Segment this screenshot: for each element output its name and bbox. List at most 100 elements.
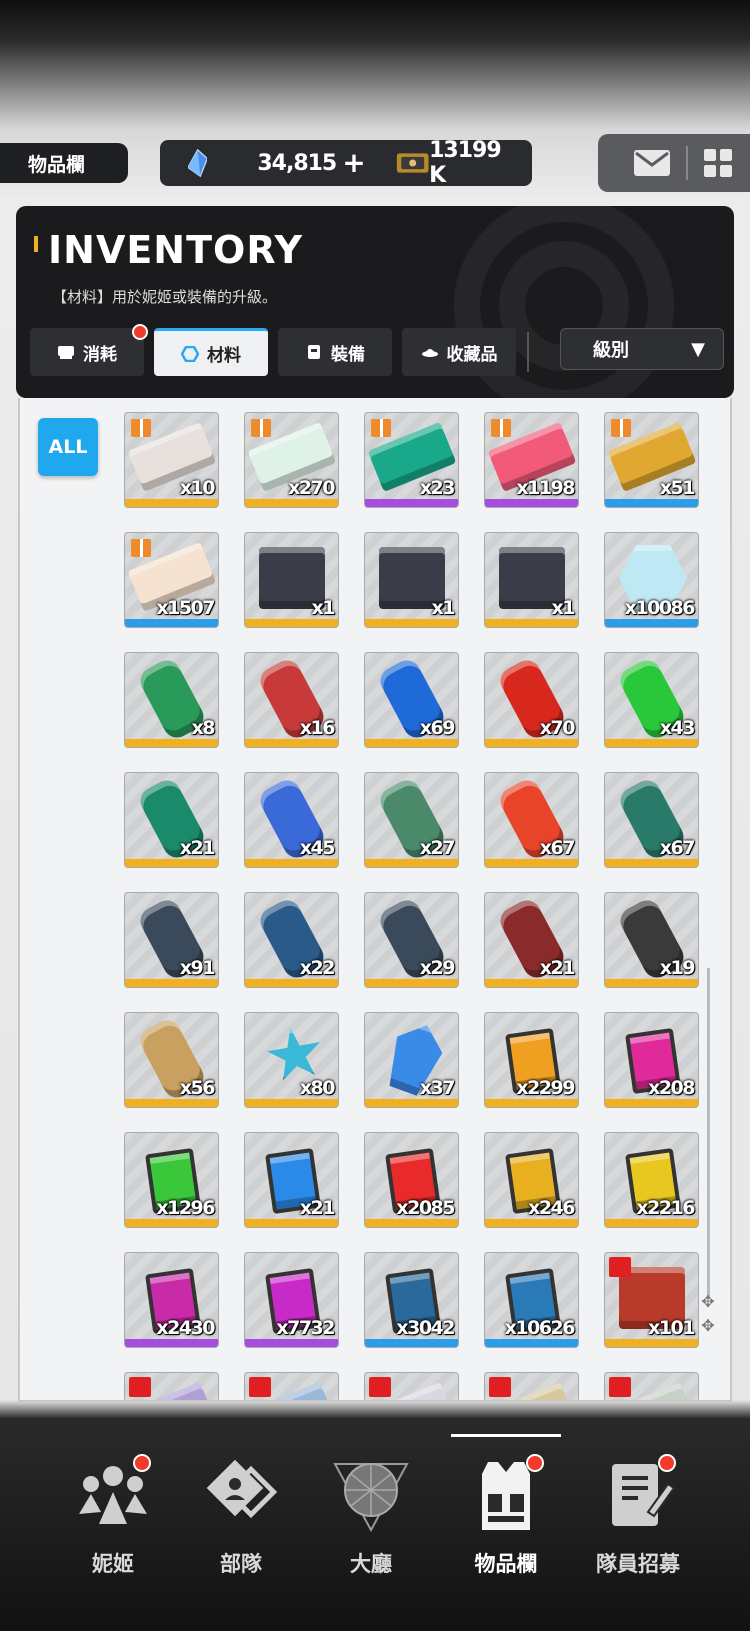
move-icon[interactable]: ✥ xyxy=(700,1318,716,1334)
inventory-item[interactable]: x67 xyxy=(484,772,579,868)
inventory-item[interactable]: x51 xyxy=(604,412,699,508)
scrollbar[interactable] xyxy=(707,968,710,1298)
inventory-item[interactable]: x2430 xyxy=(124,1252,219,1348)
rarity-bar xyxy=(125,1219,218,1227)
add-gem-button[interactable]: + xyxy=(342,149,365,177)
inventory-item[interactable]: x43 xyxy=(604,652,699,748)
item-count: x56 xyxy=(179,1077,216,1099)
inventory-item[interactable]: x2085 xyxy=(364,1132,459,1228)
item-count: x10626 xyxy=(504,1317,576,1339)
box-icon xyxy=(609,1377,631,1397)
rarity-bar xyxy=(605,859,698,867)
box-icon xyxy=(489,1377,511,1397)
inventory-item[interactable]: x2299 xyxy=(484,1012,579,1108)
grid-menu-icon[interactable] xyxy=(704,149,732,177)
nav-item-0[interactable]: 妮姬 xyxy=(48,1454,178,1604)
item-count: x21 xyxy=(179,837,216,859)
item-count: x21 xyxy=(299,1197,336,1219)
tab-3[interactable]: 收藏品 xyxy=(402,328,516,376)
recruit-icon xyxy=(598,1454,678,1534)
nav-item-2[interactable]: 大廳 xyxy=(306,1454,436,1604)
inventory-item[interactable]: x70 xyxy=(484,652,579,748)
inventory-item[interactable]: x3042 xyxy=(364,1252,459,1348)
mail-icon[interactable] xyxy=(634,150,670,176)
item-count: x70 xyxy=(539,717,576,739)
inventory-item[interactable]: x67 xyxy=(604,772,699,868)
nav-label: 大廳 xyxy=(350,1552,392,1576)
inventory-item[interactable] xyxy=(244,1372,339,1400)
inventory-item[interactable]: x56 xyxy=(124,1012,219,1108)
filter-all-button[interactable]: ALL xyxy=(38,418,98,476)
gem-value: 34,815 xyxy=(257,150,337,176)
tab-2[interactable]: 裝備 xyxy=(278,328,392,376)
inventory-item[interactable]: x91 xyxy=(124,892,219,988)
rarity-bar xyxy=(125,619,218,627)
gift-icon xyxy=(251,419,271,437)
inventory-item[interactable]: x1198 xyxy=(484,412,579,508)
inventory-item[interactable]: x1296 xyxy=(124,1132,219,1228)
nav-item-1[interactable]: 部隊 xyxy=(176,1454,306,1604)
item-count: x208 xyxy=(648,1077,695,1099)
sort-dropdown[interactable]: 級別 ▼ xyxy=(560,328,724,370)
item-count: x51 xyxy=(659,477,696,499)
tab-label: 消耗 xyxy=(83,344,117,365)
inventory-item[interactable] xyxy=(484,1372,579,1400)
page-title: INVENTORY xyxy=(48,228,304,272)
inventory-item[interactable]: x10 xyxy=(124,412,219,508)
inventory-item[interactable]: x10626 xyxy=(484,1252,579,1348)
inventory-item[interactable]: x246 xyxy=(484,1132,579,1228)
item-count: x10086 xyxy=(624,597,696,619)
inventory-item[interactable]: x1507 xyxy=(124,532,219,628)
inventory-item[interactable] xyxy=(604,1372,699,1400)
item-count: x29 xyxy=(419,957,456,979)
inventory-header: INVENTORY 【材料】用於妮姬或裝備的升級。 消耗 材料 裝備 收藏品 級別 ▼ xyxy=(16,206,734,398)
rarity-bar xyxy=(125,499,218,507)
rarity-bar xyxy=(245,1099,338,1107)
title-accent xyxy=(34,236,38,252)
inventory-item[interactable]: x8 xyxy=(124,652,219,748)
sort-label: 級別 xyxy=(593,340,629,361)
inventory-item[interactable]: x45 xyxy=(244,772,339,868)
inventory-item[interactable] xyxy=(364,1372,459,1400)
rarity-bar xyxy=(485,1099,578,1107)
inventory-item[interactable]: x7732 xyxy=(244,1252,339,1348)
tab-label: 材料 xyxy=(207,346,241,366)
tab-label: 裝備 xyxy=(331,344,365,365)
inventory-item[interactable]: x10086 xyxy=(604,532,699,628)
inventory-item[interactable]: x2216 xyxy=(604,1132,699,1228)
item-count: x21 xyxy=(539,957,576,979)
inventory-item[interactable]: x19 xyxy=(604,892,699,988)
inventory-item[interactable]: x37 xyxy=(364,1012,459,1108)
inventory-item[interactable]: x80 xyxy=(244,1012,339,1108)
box-icon xyxy=(369,1377,391,1397)
inventory-item[interactable]: x21 xyxy=(484,892,579,988)
rarity-bar xyxy=(365,739,458,747)
box-icon xyxy=(129,1377,151,1397)
nav-item-4[interactable]: 隊員招募 xyxy=(573,1454,703,1604)
inventory-item[interactable]: x21 xyxy=(124,772,219,868)
inventory-item[interactable] xyxy=(124,1372,219,1400)
move-icon[interactable]: ✥ xyxy=(700,1294,716,1310)
item-count: x16 xyxy=(299,717,336,739)
inventory-item[interactable]: x208 xyxy=(604,1012,699,1108)
inventory-item[interactable]: x1 xyxy=(484,532,579,628)
inventory-item[interactable]: x27 xyxy=(364,772,459,868)
bottom-navigation: 妮姬 部隊 大廳 物品欄 隊員招募 xyxy=(0,1418,750,1631)
rarity-bar xyxy=(485,619,578,627)
inventory-item[interactable]: x1 xyxy=(244,532,339,628)
item-count: x2085 xyxy=(396,1197,455,1219)
nav-item-3[interactable]: 物品欄 xyxy=(441,1434,571,1604)
inventory-item[interactable]: x270 xyxy=(244,412,339,508)
inventory-item[interactable]: x16 xyxy=(244,652,339,748)
page-tag: 物品欄 xyxy=(0,143,128,183)
inventory-item[interactable]: x1 xyxy=(364,532,459,628)
tab-1[interactable]: 材料 xyxy=(154,328,268,376)
inventory-item[interactable]: x69 xyxy=(364,652,459,748)
inventory-item[interactable]: x21 xyxy=(244,1132,339,1228)
inventory-item[interactable]: x23 xyxy=(364,412,459,508)
inventory-item[interactable]: x22 xyxy=(244,892,339,988)
tab-0[interactable]: 消耗 xyxy=(30,324,148,376)
inventory-item[interactable]: x29 xyxy=(364,892,459,988)
top-right-controls xyxy=(598,134,750,192)
inventory-item[interactable]: x101 xyxy=(604,1252,699,1348)
